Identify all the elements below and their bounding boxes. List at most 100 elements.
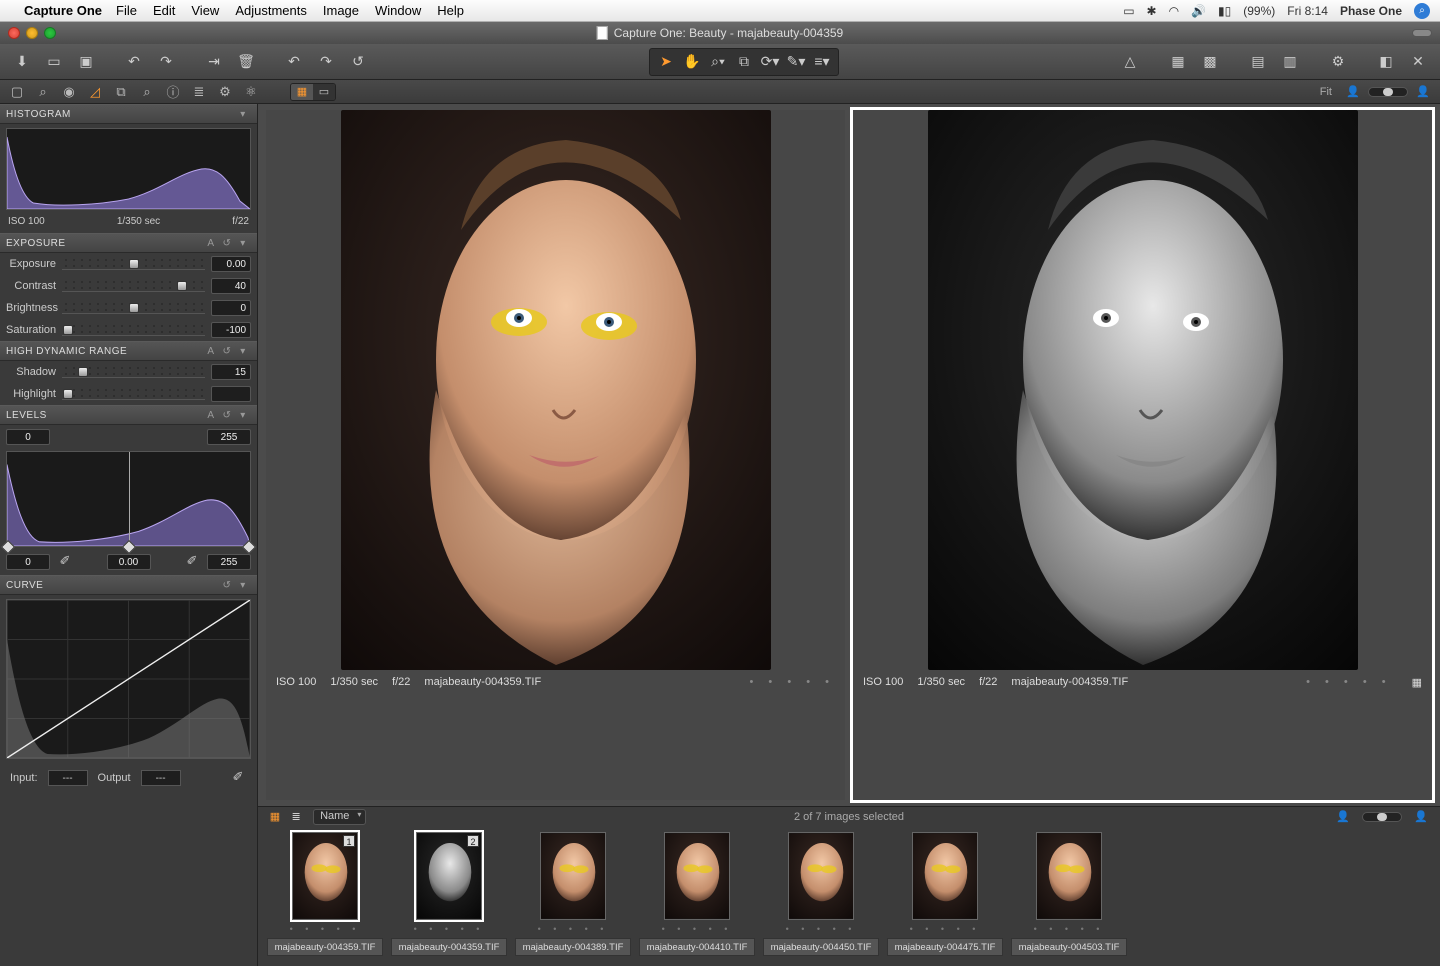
- thumb-image[interactable]: [788, 832, 854, 920]
- levels-header[interactable]: LEVELS A ↺ ▾: [0, 405, 257, 425]
- levels-gamma[interactable]: 0.00: [107, 554, 151, 570]
- capture-button[interactable]: ▣: [72, 49, 100, 75]
- collapse-icon[interactable]: ▾: [235, 109, 251, 120]
- clock[interactable]: Fri 8:14: [1287, 4, 1328, 18]
- hdr-value[interactable]: 15: [211, 364, 251, 380]
- zoom-fit[interactable]: Fit: [1320, 86, 1332, 98]
- zoom-slider[interactable]: [1368, 87, 1408, 97]
- thumb-image[interactable]: [540, 832, 606, 920]
- menu-view[interactable]: View: [191, 3, 219, 18]
- zoom-tool[interactable]: ⌕▾: [706, 51, 730, 73]
- exposure-value[interactable]: -100: [211, 322, 251, 338]
- white-eyedropper-icon[interactable]: ✐: [183, 553, 201, 571]
- brand[interactable]: Phase One: [1340, 4, 1402, 18]
- person-icon-r[interactable]: 👤: [1416, 85, 1430, 99]
- thumb-image[interactable]: [1036, 832, 1102, 920]
- viewer-right[interactable]: ISO 100 1/350 sec f/22 majabeauty-004359…: [853, 110, 1432, 800]
- curve-input-value[interactable]: ---: [48, 770, 88, 786]
- variant-icon[interactable]: ▦: [1412, 676, 1422, 689]
- process-all-button[interactable]: ▩: [1196, 49, 1224, 75]
- rating-dots[interactable]: • • • • •: [750, 676, 835, 688]
- thumb-size-l-icon[interactable]: 👤: [1414, 810, 1428, 824]
- exposure-slider[interactable]: [62, 280, 205, 292]
- search-tab[interactable]: ⌕: [32, 83, 54, 101]
- volume-icon[interactable]: 🔊: [1191, 4, 1206, 18]
- window-zoom-button[interactable]: [44, 27, 56, 39]
- levels-white-out[interactable]: 255: [207, 429, 251, 445]
- collapse-icon[interactable]: ▾: [235, 238, 251, 249]
- settings-button[interactable]: ⚙: [1324, 49, 1352, 75]
- battery-icon[interactable]: ▮▯: [1218, 4, 1231, 18]
- thumb-tile[interactable]: • • • • •majabeauty-004450.TIF: [762, 832, 880, 964]
- thumb-grid-icon[interactable]: ▦: [266, 810, 284, 824]
- thumb-list-icon[interactable]: ≣: [287, 810, 305, 824]
- window-close-button[interactable]: [8, 27, 20, 39]
- menu-adjustments[interactable]: Adjustments: [235, 3, 307, 18]
- move-to-button[interactable]: ⇥: [200, 49, 228, 75]
- reset-icon[interactable]: ↺: [219, 410, 235, 421]
- collapse-icon[interactable]: ▾: [235, 410, 251, 421]
- thumb-tile[interactable]: • • • • •majabeauty-004410.TIF: [638, 832, 756, 964]
- collapse-icon[interactable]: ▾: [235, 580, 251, 591]
- tools-button[interactable]: ✕: [1404, 49, 1432, 75]
- exposure-tab[interactable]: ◿: [84, 83, 106, 101]
- collapse-icon[interactable]: ▾: [235, 346, 251, 357]
- reset-icon[interactable]: ↺: [219, 238, 235, 249]
- thumb-tile[interactable]: • • • • •majabeauty-004389.TIF: [514, 832, 632, 964]
- black-eyedropper-icon[interactable]: ✐: [56, 553, 74, 571]
- person-icon-l[interactable]: 👤: [1346, 85, 1360, 99]
- spotlight-icon[interactable]: ⌕: [1414, 3, 1430, 19]
- curve-graph[interactable]: [6, 599, 251, 759]
- exposure-header[interactable]: EXPOSURE A ↺ ▾: [0, 233, 257, 253]
- menu-help[interactable]: Help: [437, 3, 464, 18]
- copy-adj-button[interactable]: ▤: [1244, 49, 1272, 75]
- redo-button[interactable]: ↷: [152, 49, 180, 75]
- thumb-tile[interactable]: 1• • • • •majabeauty-004359.TIF: [266, 832, 384, 964]
- rotate-tool[interactable]: ⟳▾: [758, 51, 782, 73]
- levels-black-in[interactable]: 0: [6, 554, 50, 570]
- metadata-tab[interactable]: ≣: [188, 83, 210, 101]
- adjust-tab[interactable]: ⚙: [214, 83, 236, 101]
- exposure-slider[interactable]: [62, 302, 205, 314]
- exposure-value[interactable]: 0.00: [211, 256, 251, 272]
- undo-button[interactable]: ↶: [120, 49, 148, 75]
- menu-image[interactable]: Image: [323, 3, 359, 18]
- levels-graph[interactable]: [6, 451, 251, 547]
- histogram-header[interactable]: HISTOGRAM ▾: [0, 104, 257, 124]
- hdr-value[interactable]: [211, 386, 251, 402]
- thumb-image[interactable]: [912, 832, 978, 920]
- tether-button[interactable]: ▭: [40, 49, 68, 75]
- grid-view-icon[interactable]: ▦: [291, 84, 313, 100]
- thumb-size-s-icon[interactable]: 👤: [1336, 810, 1350, 824]
- thumb-tile[interactable]: • • • • •majabeauty-004475.TIF: [886, 832, 1004, 964]
- reset-icon[interactable]: ↺: [219, 580, 235, 591]
- hdr-header[interactable]: HIGH DYNAMIC RANGE A ↺ ▾: [0, 341, 257, 361]
- browser-view-switch[interactable]: ▦ ≣: [266, 810, 305, 824]
- zoom-tab[interactable]: ⌕: [136, 83, 158, 101]
- redo-button2[interactable]: ↶: [280, 49, 308, 75]
- thumb-tile[interactable]: 2• • • • •majabeauty-004359.TIF: [390, 832, 508, 964]
- curve-output-value[interactable]: ---: [141, 770, 181, 786]
- exposure-slider[interactable]: [62, 324, 205, 336]
- auto-label[interactable]: A: [203, 410, 219, 421]
- window-minimize-button[interactable]: [26, 27, 38, 39]
- levels-black-out[interactable]: 0: [6, 429, 50, 445]
- process-button[interactable]: ▦: [1164, 49, 1192, 75]
- rating-dots[interactable]: • • • • •: [1306, 676, 1391, 688]
- curve-header[interactable]: CURVE ↺ ▾: [0, 575, 257, 595]
- viewer-mode-switch[interactable]: ▦ ▭: [290, 83, 336, 101]
- exposure-value[interactable]: 40: [211, 278, 251, 294]
- app-name[interactable]: Capture One: [24, 3, 102, 18]
- reset-icon[interactable]: ↺: [219, 346, 235, 357]
- bluetooth-icon[interactable]: ✱: [1147, 4, 1157, 18]
- select-tool[interactable]: ➤: [654, 51, 678, 73]
- levels-white-in[interactable]: 255: [207, 554, 251, 570]
- thumb-rating[interactable]: • • • • •: [414, 924, 485, 938]
- warning-button[interactable]: △: [1116, 49, 1144, 75]
- hdr-slider[interactable]: [62, 388, 205, 400]
- exposure-value[interactable]: 0: [211, 300, 251, 316]
- toolbar-toggle[interactable]: [1412, 29, 1432, 37]
- compare-button[interactable]: ◧: [1372, 49, 1400, 75]
- display-icon[interactable]: ▭: [1123, 4, 1134, 18]
- thumb-rating[interactable]: • • • • •: [1034, 924, 1105, 938]
